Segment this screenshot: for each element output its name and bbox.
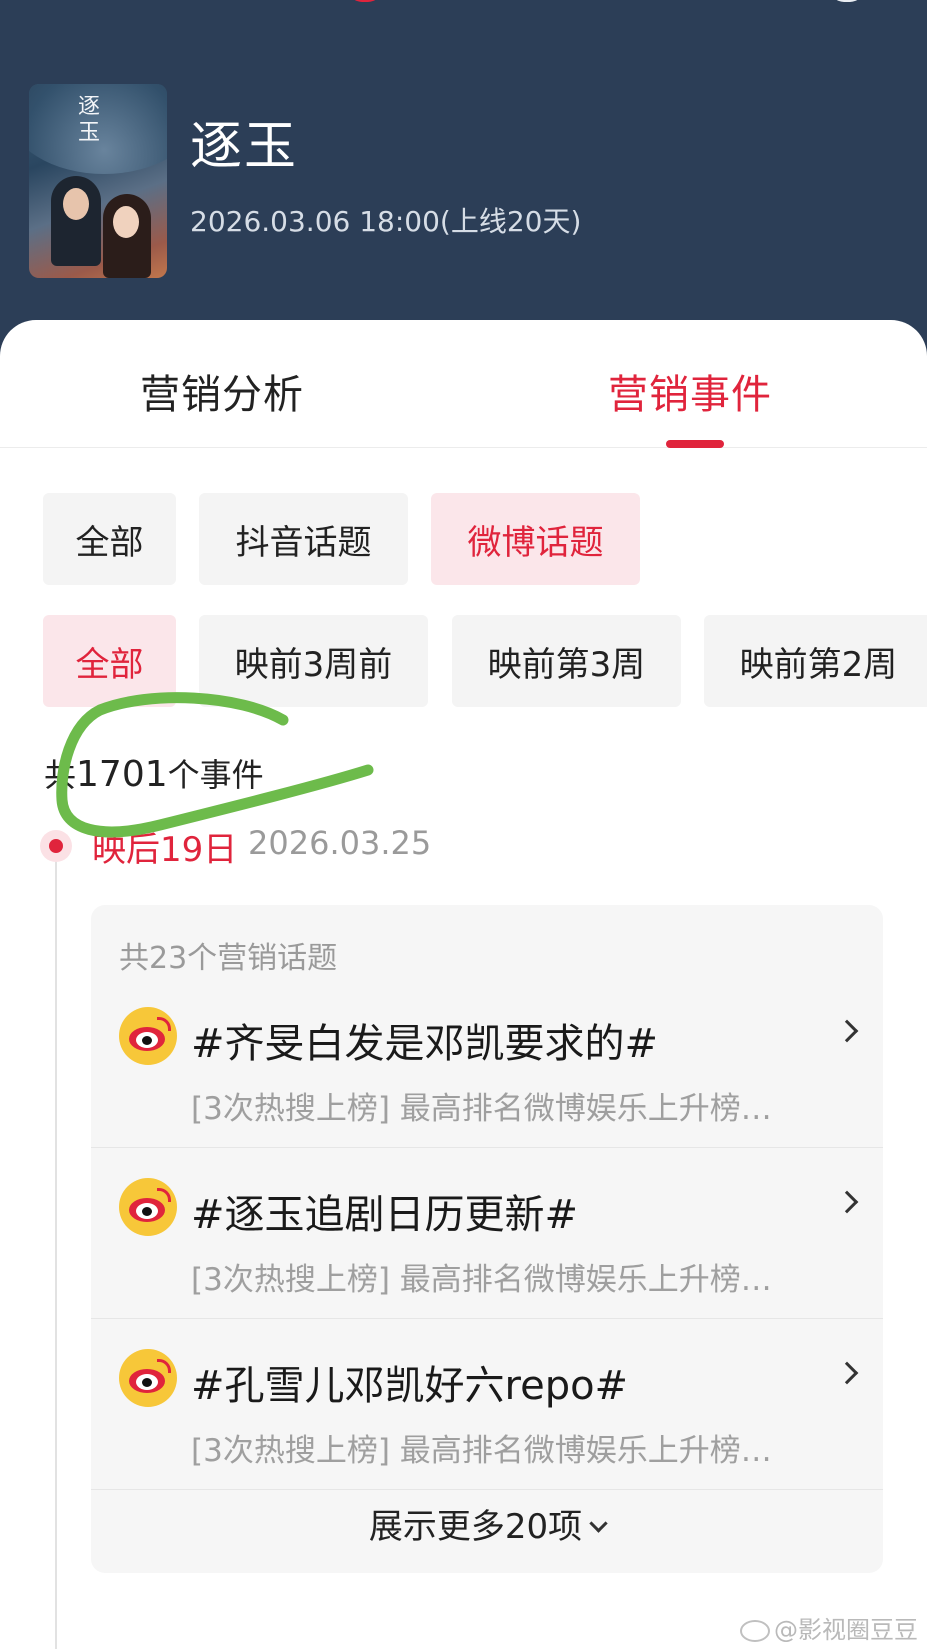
topic-subtitle: [3次热搜上榜] 最高排名微博娱乐上升榜… xyxy=(191,1091,772,1127)
weibo-icon xyxy=(119,1349,177,1407)
chevron-down-icon xyxy=(589,1514,608,1533)
topic-item[interactable]: #逐玉追剧日历更新# [3次热搜上榜] 最高排名微博娱乐上升榜… xyxy=(91,1148,883,1319)
tab-marketing-events[interactable]: 营销事件 xyxy=(608,362,772,420)
timeline-dot-center xyxy=(49,839,63,853)
event-count-suffix: 个事件 xyxy=(167,756,264,794)
topics-count-header: 共23个营销话题 xyxy=(119,941,338,976)
filter-period-week-3[interactable]: 映前第3周 xyxy=(452,615,681,707)
chevron-right-icon xyxy=(835,1190,859,1214)
show-more-button[interactable]: 展示更多20项 xyxy=(91,1499,883,1551)
timeline-day-label: 映后19日 xyxy=(92,830,238,870)
topic-title: #孔雪儿邓凯好六repo# xyxy=(191,1363,629,1409)
page-title: 逐玉 xyxy=(190,117,299,177)
poster-title: 逐玉 xyxy=(74,94,99,146)
topic-item[interactable]: #齐旻白发是邓凯要求的# [3次热搜上榜] 最高排名微博娱乐上升榜… xyxy=(91,977,883,1148)
poster-face-female xyxy=(113,206,139,238)
event-count: 共1701个事件 xyxy=(44,750,264,796)
event-count-number: 1701 xyxy=(76,754,168,795)
filter-platform-douyin[interactable]: 抖音话题 xyxy=(199,493,408,585)
weibo-watermark-icon xyxy=(740,1620,770,1642)
topic-subtitle: [3次热搜上榜] 最高排名微博娱乐上升榜… xyxy=(191,1433,772,1469)
weibo-icon xyxy=(119,1178,177,1236)
timeline-date: 2026.03.25 xyxy=(248,824,432,862)
topics-panel: 共23个营销话题 #齐旻白发是邓凯要求的# [3次热搜上榜] 最高排名微博娱乐上… xyxy=(91,905,883,1573)
content-card: 营销分析 营销事件 全部 抖音话题 微博话题 全部 映前3周前 映前第3周 映前… xyxy=(0,320,927,1649)
event-count-prefix: 共 xyxy=(44,756,77,794)
watermark-text: @影视圈豆豆 xyxy=(774,1616,918,1644)
filter-period-week-2[interactable]: 映前第2周 xyxy=(704,615,927,707)
chevron-right-icon xyxy=(835,1019,859,1043)
drama-header: 逐玉 逐玉 2026.03.06 18:00(上线20天) xyxy=(0,0,927,330)
tab-marketing-analysis[interactable]: 营销分析 xyxy=(140,362,304,420)
chevron-right-icon xyxy=(835,1361,859,1385)
show-more-label: 展示更多20项 xyxy=(368,1507,583,1547)
timeline-line xyxy=(55,845,57,1649)
topic-title: #齐旻白发是邓凯要求的# xyxy=(191,1021,659,1067)
release-info: 2026.03.06 18:00(上线20天) xyxy=(190,205,582,238)
topic-item[interactable]: #孔雪儿邓凯好六repo# [3次热搜上榜] 最高排名微博娱乐上升榜… xyxy=(91,1319,883,1490)
weibo-icon xyxy=(119,1007,177,1065)
topic-subtitle: [3次热搜上榜] 最高排名微博娱乐上升榜… xyxy=(191,1262,772,1298)
active-tab-indicator xyxy=(666,440,724,448)
tab-bar: 营销分析 营销事件 xyxy=(0,320,927,448)
filter-period-before-3w[interactable]: 映前3周前 xyxy=(199,615,428,707)
drama-poster[interactable]: 逐玉 xyxy=(29,84,167,278)
topic-title: #逐玉追剧日历更新# xyxy=(191,1192,579,1238)
filter-platform-all[interactable]: 全部 xyxy=(43,493,176,585)
filter-platform-weibo[interactable]: 微博话题 xyxy=(431,493,640,585)
filter-period-all[interactable]: 全部 xyxy=(43,615,176,707)
poster-face-male xyxy=(63,188,89,220)
watermark: @影视圈豆豆 xyxy=(740,1610,918,1645)
